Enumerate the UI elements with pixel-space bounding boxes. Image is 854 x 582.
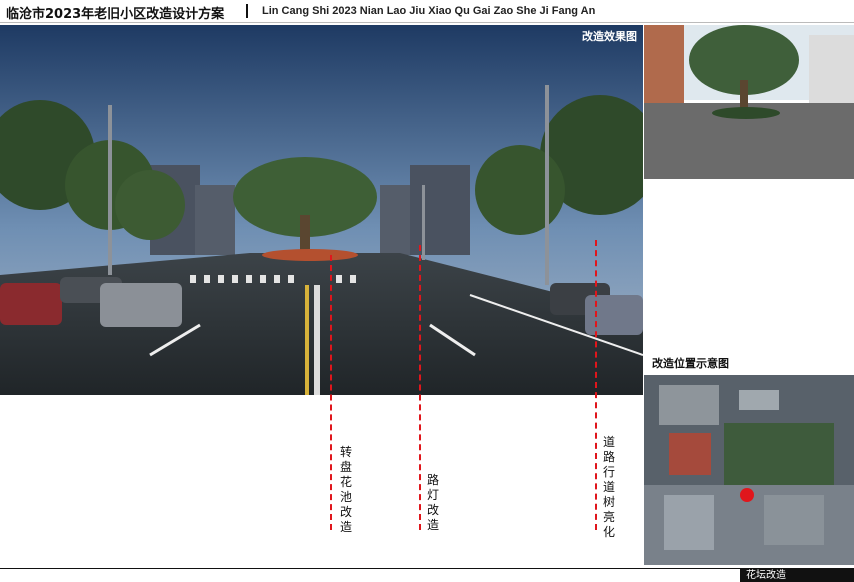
location-map [644,375,854,565]
annotation-label: 路灯改造 [426,473,439,532]
footer-tag: 花坛改造 [740,569,854,582]
annotation-line [419,245,421,530]
annotation-line [330,255,332,530]
footer-rule [0,568,854,569]
site-photo-illustration [644,25,854,179]
rendering-illustration [0,25,643,395]
site-photo [644,25,854,179]
location-marker [740,488,754,502]
annotation-line [595,240,597,530]
title-divider [246,4,248,18]
rendering-image: 改造效果图 [0,25,643,395]
annotation-label: 道路行道树亮化 [602,435,615,539]
annotation-label: 转盘花池改造 [339,445,352,534]
location-map-illustration [644,375,854,565]
page-header: 临沧市2023年老旧小区改造设计方案 Lin Cang Shi 2023 Nia… [0,0,854,24]
page-title: 临沧市2023年老旧小区改造设计方案 [6,7,225,22]
header-rule [0,22,854,23]
page-subtitle: Lin Cang Shi 2023 Nian Lao Jiu Xiao Qu G… [262,5,596,17]
rendering-label: 改造效果图 [582,30,637,43]
location-map-title: 改造位置示意图 [652,357,729,370]
